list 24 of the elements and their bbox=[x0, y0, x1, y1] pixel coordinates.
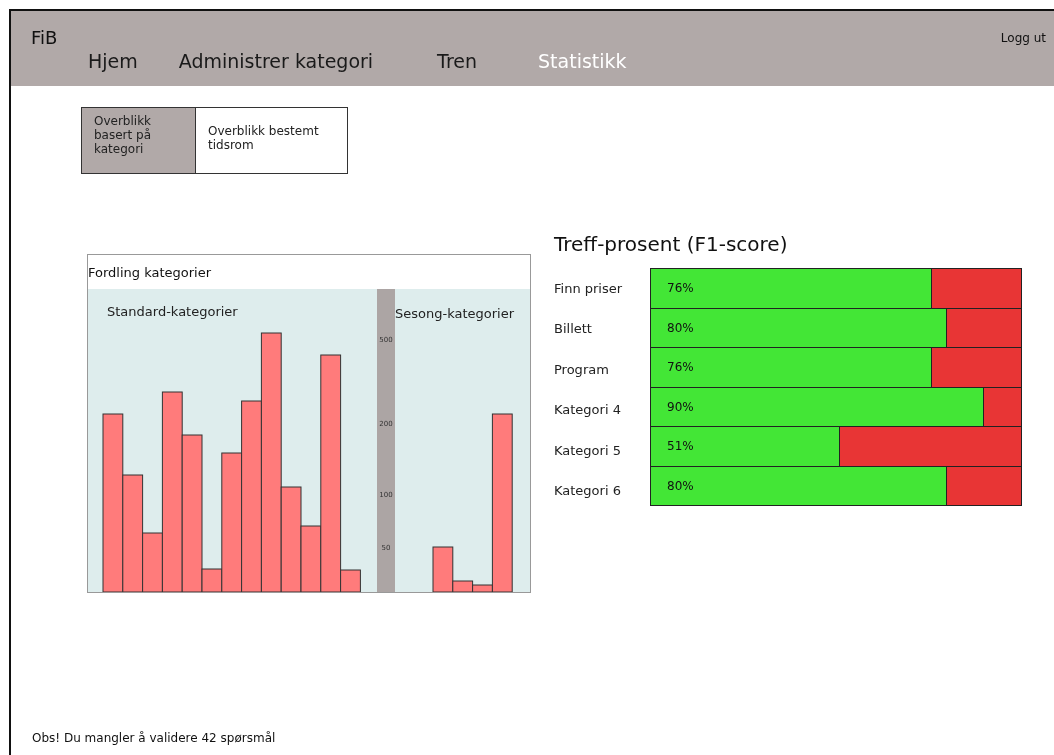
nav-link[interactable]: Tren bbox=[437, 50, 478, 72]
category-label: Kategori 5 bbox=[554, 441, 622, 460]
score-reading: 51% bbox=[667, 438, 694, 456]
view-tab[interactable]: Overblikk basert på kategori bbox=[81, 107, 196, 174]
category-label: Billett bbox=[554, 320, 593, 339]
score-reading: 76% bbox=[667, 280, 694, 298]
panel-label: Sesong-kategorier bbox=[395, 306, 515, 321]
nav-link[interactable]: Administrer kategori bbox=[178, 50, 374, 72]
nav-link[interactable]: Hjem bbox=[88, 50, 138, 72]
chart-title: Treff-prosent (F1-score) bbox=[554, 232, 789, 256]
view-tab[interactable]: Overblikk bestemt tidsrom bbox=[195, 107, 348, 174]
chart-title: Fordling kategorier bbox=[88, 263, 213, 282]
score-reading: 80% bbox=[667, 477, 694, 495]
logout-link[interactable]: Logg ut bbox=[1000, 30, 1046, 45]
category-label: Kategori 4 bbox=[554, 401, 622, 420]
panel-label: Standard-kategorier bbox=[107, 304, 238, 319]
logo: FiB bbox=[31, 27, 58, 48]
category-label: Finn priser bbox=[554, 279, 624, 298]
validation-notice: Obs! Du mangler å validere 42 spørsmål bbox=[32, 731, 277, 745]
score-reading: 90% bbox=[667, 398, 694, 416]
score-reading: 80% bbox=[667, 319, 694, 337]
category-label: Program bbox=[554, 360, 610, 379]
score-reading: 76% bbox=[667, 359, 694, 377]
category-label: Kategori 6 bbox=[554, 482, 622, 501]
